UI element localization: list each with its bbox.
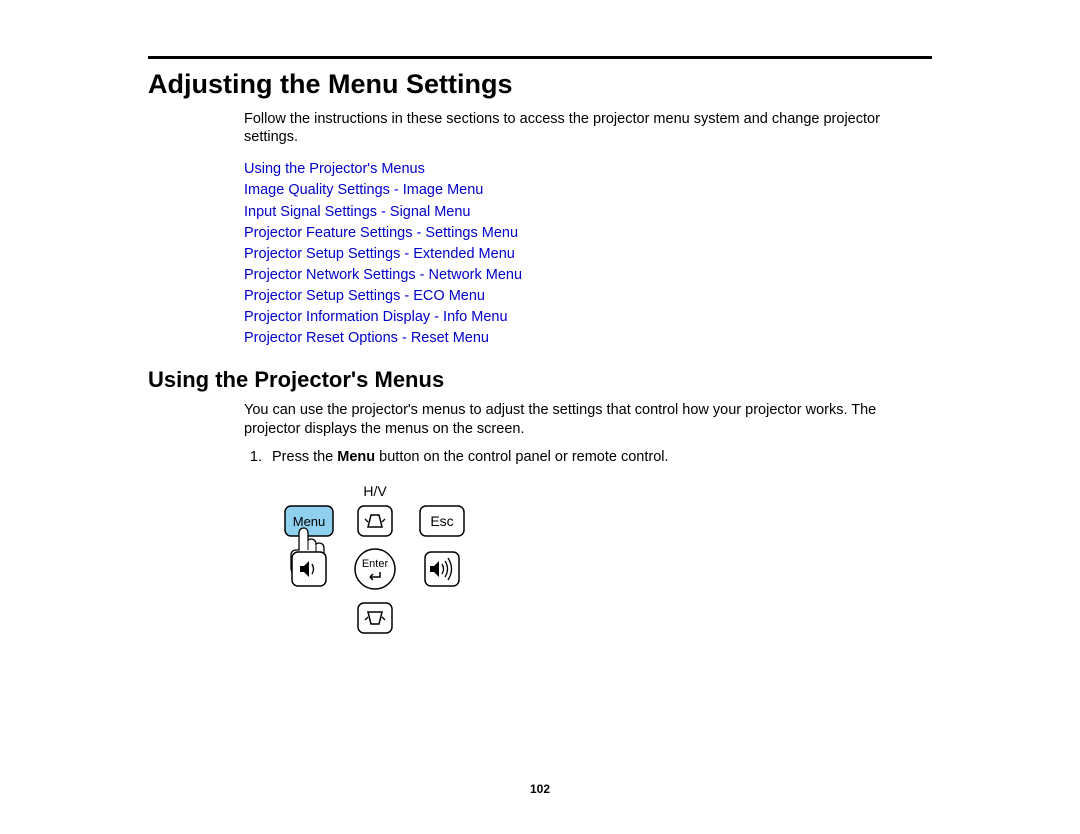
keystone-down-button-icon bbox=[358, 603, 392, 633]
esc-button-icon: Esc bbox=[420, 506, 464, 536]
keystone-up-button-icon bbox=[358, 506, 392, 536]
menu-button-icon: Menu bbox=[285, 506, 333, 536]
toc-link-list: Using the Projector's Menus Image Qualit… bbox=[244, 160, 932, 347]
steps-list: Press the Menu button on the control pan… bbox=[244, 448, 932, 466]
hv-label: H/V bbox=[363, 483, 387, 499]
svg-text:Esc: Esc bbox=[430, 513, 453, 529]
svg-text:Menu: Menu bbox=[293, 514, 326, 529]
step-1-text-pre: Press the bbox=[272, 449, 337, 465]
horizontal-rule bbox=[148, 56, 932, 59]
enter-button-icon: Enter bbox=[355, 549, 395, 589]
link-projector-setup-extended[interactable]: Projector Setup Settings - Extended Menu bbox=[244, 245, 932, 263]
section-heading: Using the Projector's Menus bbox=[148, 367, 932, 393]
link-projector-info-display[interactable]: Projector Information Display - Info Men… bbox=[244, 308, 932, 326]
page-number: 102 bbox=[0, 782, 1080, 796]
intro-paragraph: Follow the instructions in these section… bbox=[244, 110, 932, 146]
svg-text:Enter: Enter bbox=[362, 558, 389, 570]
link-projector-reset-options[interactable]: Projector Reset Options - Reset Menu bbox=[244, 329, 932, 347]
link-projector-setup-eco[interactable]: Projector Setup Settings - ECO Menu bbox=[244, 287, 932, 305]
step-1-text-post: button on the control panel or remote co… bbox=[375, 449, 668, 465]
section-intro-paragraph: You can use the projector's menus to adj… bbox=[244, 401, 932, 437]
link-using-projectors-menus[interactable]: Using the Projector's Menus bbox=[244, 160, 932, 178]
link-projector-feature-settings[interactable]: Projector Feature Settings - Settings Me… bbox=[244, 224, 932, 242]
link-input-signal-settings[interactable]: Input Signal Settings - Signal Menu bbox=[244, 203, 932, 221]
step-1: Press the Menu button on the control pan… bbox=[266, 448, 932, 466]
page-title: Adjusting the Menu Settings bbox=[148, 69, 932, 100]
link-projector-network-settings[interactable]: Projector Network Settings - Network Men… bbox=[244, 266, 932, 284]
volume-up-button-icon bbox=[425, 552, 459, 586]
step-1-text-bold: Menu bbox=[337, 449, 375, 465]
link-image-quality-settings[interactable]: Image Quality Settings - Image Menu bbox=[244, 181, 932, 199]
volume-down-button-icon bbox=[292, 552, 326, 586]
control-panel-figure: H/V Menu bbox=[280, 482, 932, 667]
